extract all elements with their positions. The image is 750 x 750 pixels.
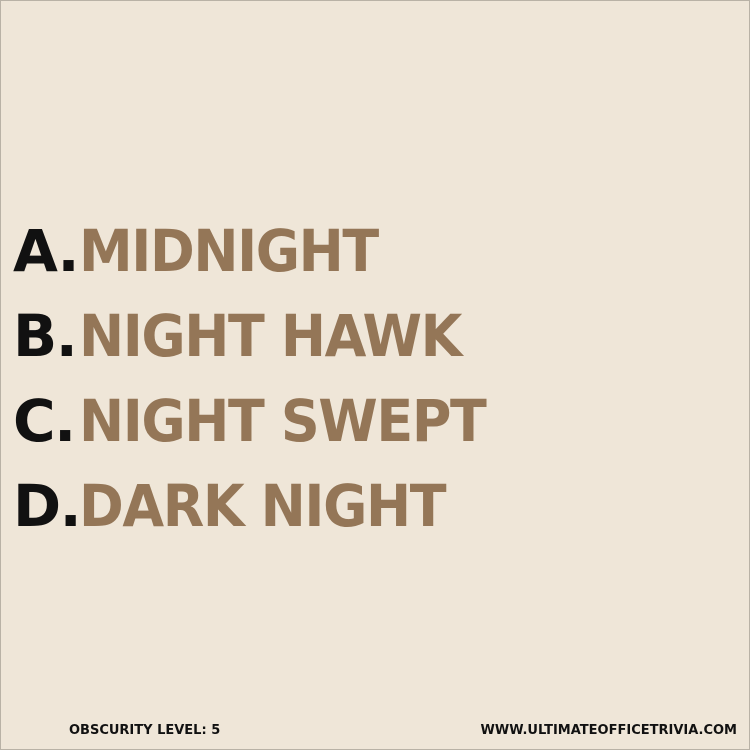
obscurity-level: OBSCURITY LEVEL: 5 [69, 723, 221, 738]
answer-options: A. MIDNIGHT B. NIGHT HAWK C. NIGHT SWEPT… [13, 216, 743, 556]
website-url: WWW.ULTIMATEOFFICETRIVIA.COM [480, 723, 737, 738]
option-text: NIGHT HAWK [79, 302, 462, 370]
option-b: B. NIGHT HAWK [13, 301, 743, 386]
trivia-card: A. MIDNIGHT B. NIGHT HAWK C. NIGHT SWEPT… [0, 0, 750, 750]
option-letter: C. [13, 387, 76, 455]
option-text: DARK NIGHT [79, 472, 447, 540]
option-c: C. NIGHT SWEPT [13, 386, 743, 471]
option-letter: D. [13, 472, 82, 540]
option-text: MIDNIGHT [79, 217, 379, 285]
option-a: A. MIDNIGHT [13, 216, 743, 301]
option-text: NIGHT SWEPT [79, 387, 487, 455]
option-letter: B. [13, 302, 78, 370]
option-d: D. DARK NIGHT [13, 471, 743, 556]
option-letter: A. [13, 217, 80, 285]
